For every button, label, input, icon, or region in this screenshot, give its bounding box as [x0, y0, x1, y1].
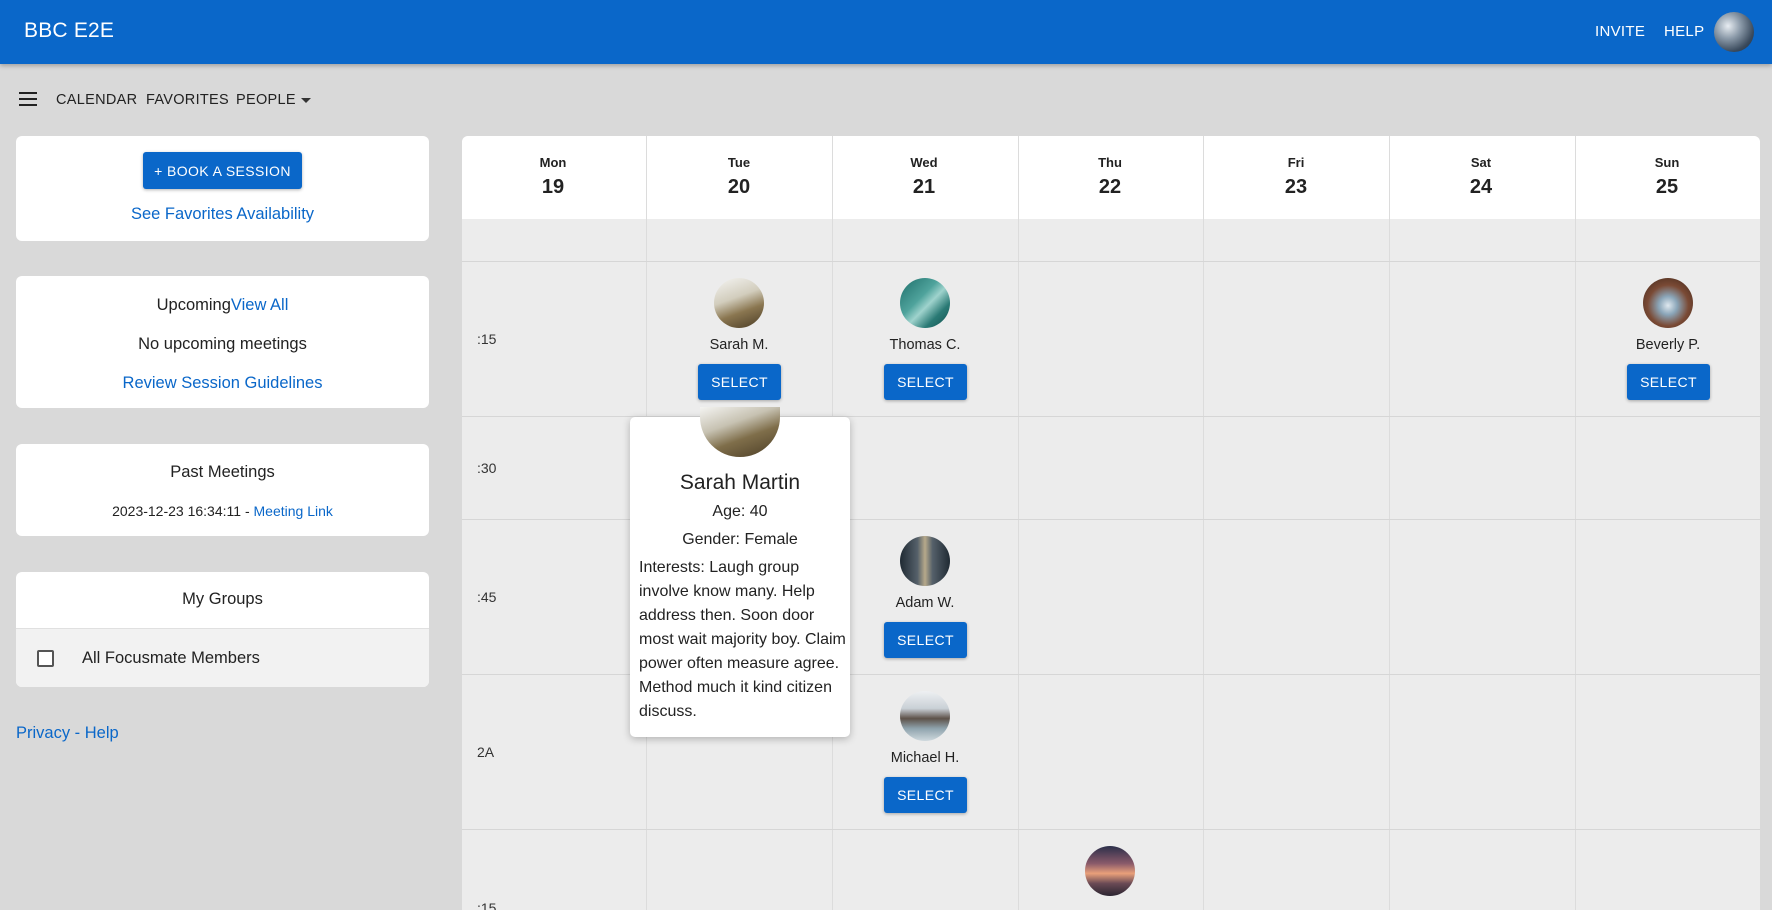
view-all-link[interactable]: View All: [231, 296, 288, 314]
day-num-mon: 19: [541, 176, 565, 198]
past-meeting-separator: -: [241, 503, 254, 519]
footer-separator: -: [70, 724, 85, 742]
app-bar: BBC E2E INVITE HELP: [0, 0, 1772, 64]
chevron-down-icon[interactable]: [301, 98, 311, 103]
profile-popover: Sarah Martin Age: 40 Gender: Female Inte…: [630, 407, 850, 737]
select-button-adam[interactable]: SELECT: [884, 622, 967, 658]
slot-name-thomas: Thomas C.: [889, 337, 961, 353]
privacy-link[interactable]: Privacy: [16, 724, 70, 742]
row-divider: [462, 829, 1760, 830]
thomas-avatar[interactable]: [900, 278, 950, 328]
time-label: :15: [477, 331, 497, 347]
book-session-button[interactable]: + BOOK A SESSION: [143, 152, 302, 189]
day-num-thu: 22: [1098, 176, 1122, 198]
day-num-wed: 21: [912, 176, 936, 198]
popover-age: Age: 40: [712, 503, 768, 520]
session-guidelines-link[interactable]: Review Session Guidelines: [16, 374, 429, 393]
meeting-link[interactable]: Meeting Link: [254, 503, 333, 519]
groups-card: My Groups All Focusmate Members: [16, 572, 429, 687]
select-button-sarah[interactable]: SELECT: [698, 364, 781, 400]
menu-icon[interactable]: [19, 92, 37, 106]
time-label: :30: [477, 460, 497, 476]
popover-interests: Interests: Laugh group involve know many…: [639, 559, 846, 720]
past-meetings-title: Past Meetings: [170, 463, 275, 481]
michael-avatar[interactable]: [900, 691, 950, 741]
adam-avatar[interactable]: [900, 536, 950, 586]
day-name-tue: Tue: [727, 155, 751, 170]
group-row[interactable]: All Focusmate Members: [16, 628, 429, 687]
nav-people[interactable]: PEOPLE: [236, 92, 296, 108]
footer-links: Privacy - Help: [16, 724, 119, 743]
column-divider: [1389, 136, 1390, 910]
time-label: :45: [477, 589, 497, 605]
past-meetings-card: Past Meetings 2023-12-23 16:34:11 - Meet…: [16, 444, 429, 536]
nav-calendar[interactable]: CALENDAR: [56, 92, 137, 108]
invite-link[interactable]: INVITE: [1595, 23, 1645, 40]
day-name-wed: Wed: [910, 155, 938, 170]
help-footer-link[interactable]: Help: [85, 724, 119, 742]
day-name-sat: Sat: [1470, 155, 1492, 170]
column-divider: [1018, 136, 1019, 910]
past-meeting-entry: 2023-12-23 16:34:11 - Meeting Link: [16, 503, 429, 519]
popover-gender: Gender: Female: [682, 531, 798, 548]
column-divider: [1575, 136, 1576, 910]
upcoming-title: Upcoming: [156, 296, 231, 314]
upcoming-card: UpcomingView All No upcoming meetings Re…: [16, 276, 429, 408]
past-meeting-time: 2023-12-23 16:34:11: [112, 503, 242, 519]
group-label: All Focusmate Members: [82, 649, 260, 667]
slot-name-michael: Michael H.: [890, 750, 960, 766]
group-checkbox[interactable]: [37, 650, 54, 667]
day-num-sat: 24: [1469, 176, 1493, 198]
brand-title[interactable]: BBC E2E: [24, 19, 114, 43]
help-link[interactable]: HELP: [1664, 23, 1704, 40]
day-name-fri: Fri: [1287, 155, 1305, 170]
popover-avatar: [700, 407, 780, 457]
time-label: :15: [477, 900, 497, 910]
day-num-fri: 23: [1284, 176, 1308, 198]
column-divider: [1203, 136, 1204, 910]
favorites-availability-link[interactable]: See Favorites Availability: [16, 205, 429, 224]
time-label: 2A: [477, 744, 495, 760]
row-divider: [462, 261, 1760, 262]
booking-card: + BOOK A SESSION See Favorites Availabil…: [16, 136, 429, 241]
day-num-tue: 20: [727, 176, 751, 198]
calendar-header: Mon 19 Tue 20 Wed 21 Thu 22 Fri 23 Sat 2…: [462, 136, 1760, 219]
slot-name-sarah: Sarah M.: [709, 337, 769, 353]
groups-title: My Groups: [182, 590, 263, 608]
select-button-michael[interactable]: SELECT: [884, 777, 967, 813]
beverly-avatar[interactable]: [1643, 278, 1693, 328]
day-name-mon: Mon: [539, 155, 567, 170]
nav-favorites[interactable]: FAVORITES: [146, 92, 229, 108]
upcoming-header: UpcomingView All: [16, 296, 429, 315]
day-num-sun: 25: [1655, 176, 1679, 198]
select-button-beverly[interactable]: SELECT: [1627, 364, 1710, 400]
popover-name: Sarah Martin: [679, 471, 801, 494]
sarah-avatar[interactable]: [714, 278, 764, 328]
day-name-thu: Thu: [1098, 155, 1122, 170]
user-avatar[interactable]: [1714, 12, 1754, 52]
no-upcoming-text: No upcoming meetings: [138, 335, 307, 353]
slot-name-beverly: Beverly P.: [1635, 337, 1701, 353]
select-button-thomas[interactable]: SELECT: [884, 364, 967, 400]
slot-name-adam: Adam W.: [895, 595, 955, 611]
thursday-slot-avatar[interactable]: [1085, 846, 1135, 896]
day-name-sun: Sun: [1654, 155, 1680, 170]
